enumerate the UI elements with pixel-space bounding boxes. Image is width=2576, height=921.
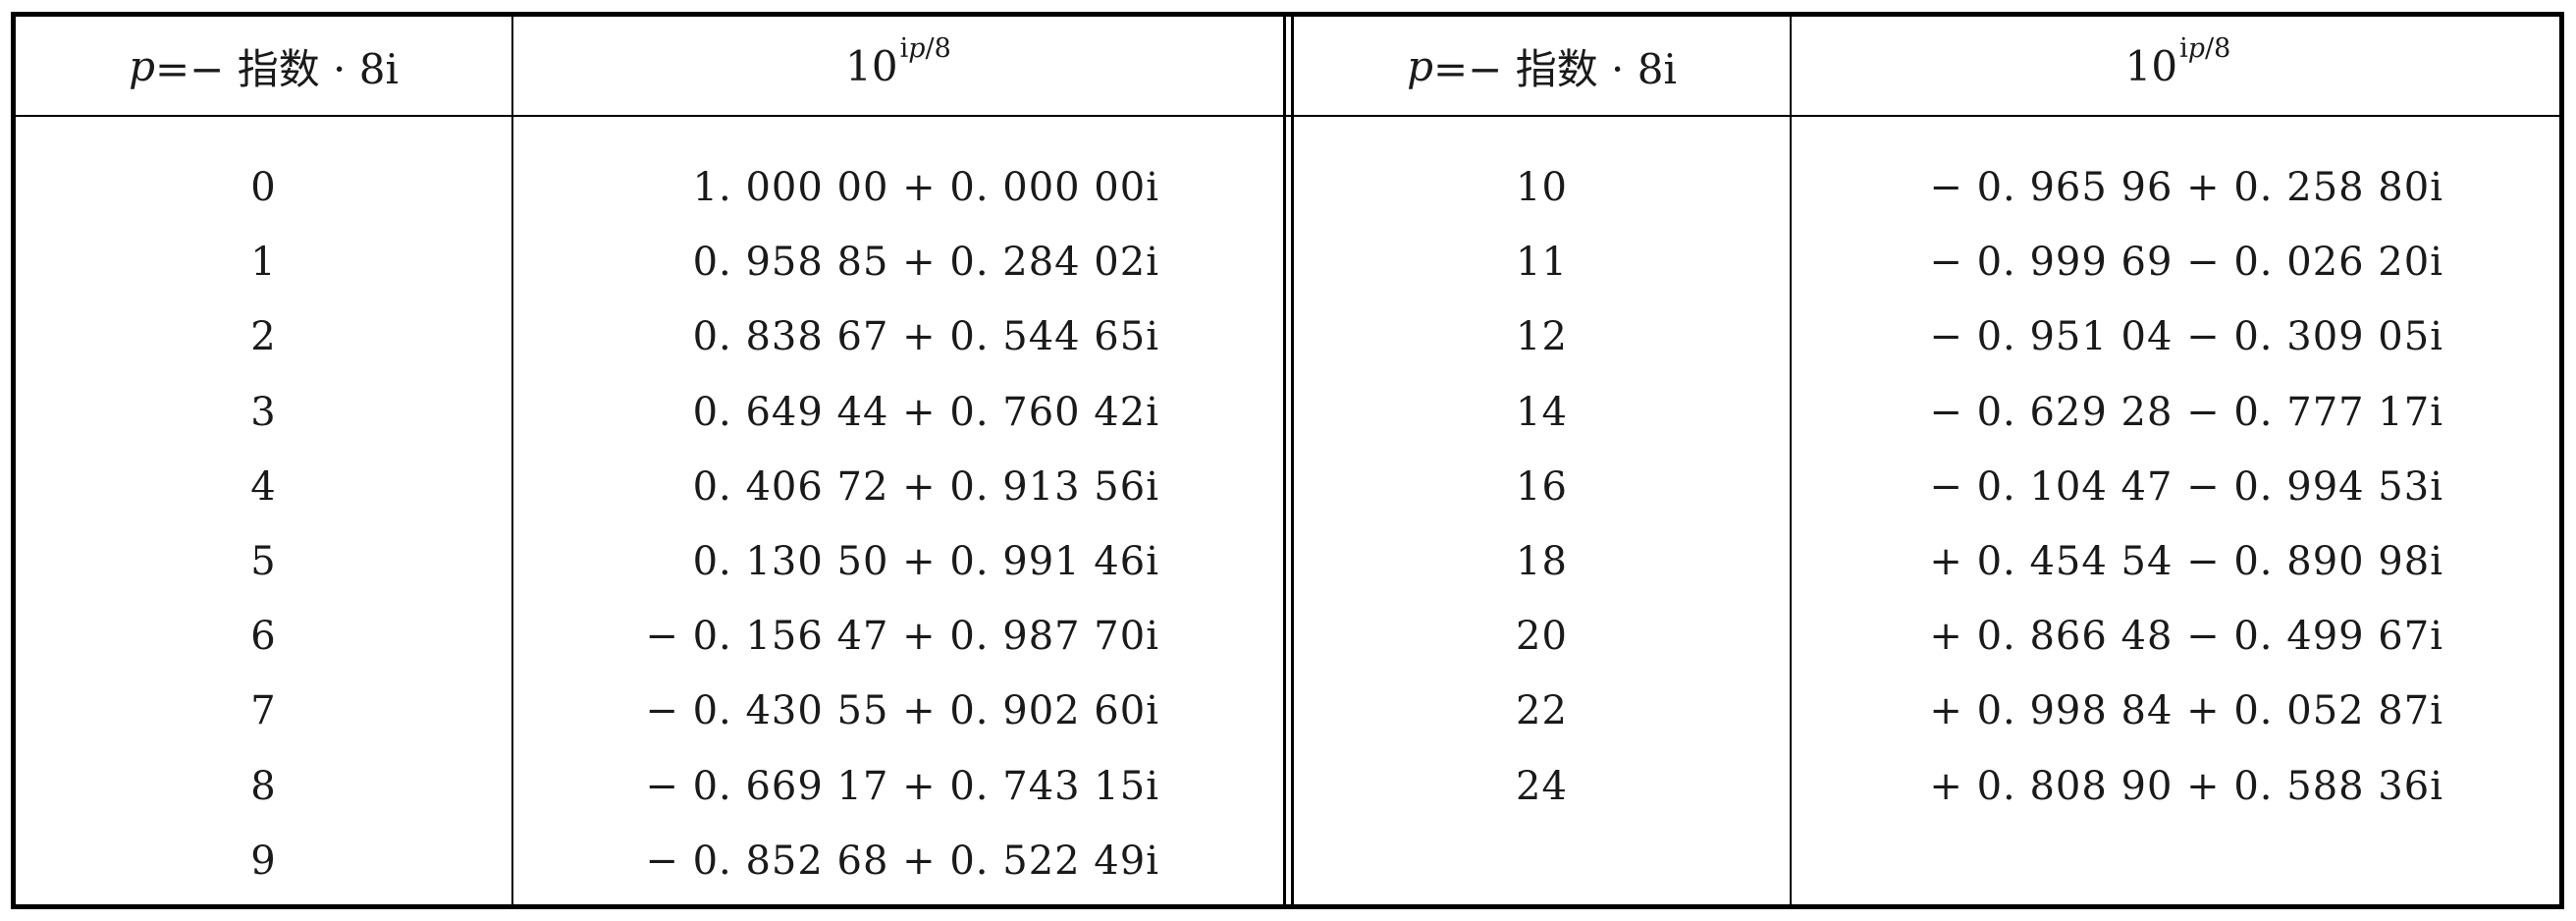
header-index-text: =− 指数 · 8i <box>1432 44 1677 93</box>
header-rule <box>16 115 2559 117</box>
table-cell-p: 3 <box>250 389 277 435</box>
header-value-base: 10 <box>845 41 898 90</box>
table-cell-p: 20 <box>1516 614 1568 660</box>
exp-rest: /8 <box>925 32 951 64</box>
table-cell-p: 22 <box>1516 688 1568 734</box>
table-cell-p: 10 <box>1516 165 1568 210</box>
header-value-right: 10 ip/8 <box>1792 17 2564 115</box>
table-cell-p: 7 <box>250 688 277 734</box>
table-cell-value: 0. 958 85 + 0. 284 02i <box>692 240 1159 286</box>
table-cell-p: 4 <box>250 463 277 510</box>
exp-p: p <box>2187 32 2206 64</box>
header-value-exponent: ip/8 <box>900 33 951 64</box>
exp-i: i <box>899 32 909 64</box>
table-cell-p: 24 <box>1516 763 1568 809</box>
table-cell-p: 0 <box>250 165 277 210</box>
header-value-left: 10 ip/8 <box>513 17 1283 115</box>
table-cell-value: − 0. 852 68 + 0. 522 49i <box>645 838 1159 884</box>
table-cell-p: 2 <box>250 314 277 360</box>
table-cell-value: 0. 130 50 + 0. 991 46i <box>692 539 1159 584</box>
table-cell-p: 6 <box>250 614 277 660</box>
table-cell-value: − 0. 156 47 + 0. 987 70i <box>645 614 1159 660</box>
table-cell-value: − 0. 669 17 + 0. 743 15i <box>645 763 1159 809</box>
table-cell-value: − 0. 999 69 − 0. 026 20i <box>1929 240 2443 286</box>
table-cell-value: 0. 406 72 + 0. 913 56i <box>692 463 1159 510</box>
table-cell-value: 1. 000 00 + 0. 000 00i <box>692 165 1159 210</box>
header-p-symbol: p <box>129 41 155 90</box>
table-cell-value: + 0. 808 90 + 0. 588 36i <box>1929 763 2443 809</box>
table-cell-value: − 0. 965 96 + 0. 258 80i <box>1929 165 2443 210</box>
table-cell-value: + 0. 998 84 + 0. 052 87i <box>1929 688 2443 734</box>
header-index-left: p =− 指数 · 8i <box>16 17 511 115</box>
header-value-exponent: ip/8 <box>2179 33 2230 64</box>
table-cell-p: 18 <box>1516 539 1568 584</box>
header-value-base: 10 <box>2124 41 2178 90</box>
table-cell-p: 11 <box>1516 240 1568 286</box>
header-index-right: p =− 指数 · 8i <box>1294 17 1790 115</box>
table-cell-p: 9 <box>250 838 277 884</box>
col-divider-double-a <box>1283 17 1286 904</box>
table-cell-value: − 0. 104 47 − 0. 994 53i <box>1929 463 2443 510</box>
table-cell-value: + 0. 454 54 − 0. 890 98i <box>1929 539 2443 584</box>
table-cell-p: 16 <box>1516 463 1568 510</box>
table-cell-p: 8 <box>250 763 277 809</box>
header-p-symbol: p <box>1407 41 1433 90</box>
exp-p: p <box>908 32 926 64</box>
table-cell-value: − 0. 951 04 − 0. 309 05i <box>1929 314 2443 360</box>
table-cell-value: + 0. 866 48 − 0. 499 67i <box>1929 614 2443 660</box>
table-cell-p: 1 <box>250 240 277 286</box>
exp-i: i <box>2179 32 2188 64</box>
table-cell-p: 14 <box>1516 389 1568 435</box>
table-cell-p: 12 <box>1516 314 1568 360</box>
table-cell-value: − 0. 629 28 − 0. 777 17i <box>1929 389 2443 435</box>
table-cell-value: 0. 649 44 + 0. 760 42i <box>692 389 1159 435</box>
table-cell-value: 0. 838 67 + 0. 544 65i <box>692 314 1159 360</box>
table-frame: p =− 指数 · 8i 10 ip/8 p =− 指数 · 8i 10 ip/8 … <box>11 12 2564 909</box>
header-index-text: =− 指数 · 8i <box>154 44 399 93</box>
exp-rest: /8 <box>2205 32 2231 64</box>
table-cell-p: 5 <box>250 539 277 584</box>
table-cell-value: − 0. 430 55 + 0. 902 60i <box>645 688 1159 734</box>
